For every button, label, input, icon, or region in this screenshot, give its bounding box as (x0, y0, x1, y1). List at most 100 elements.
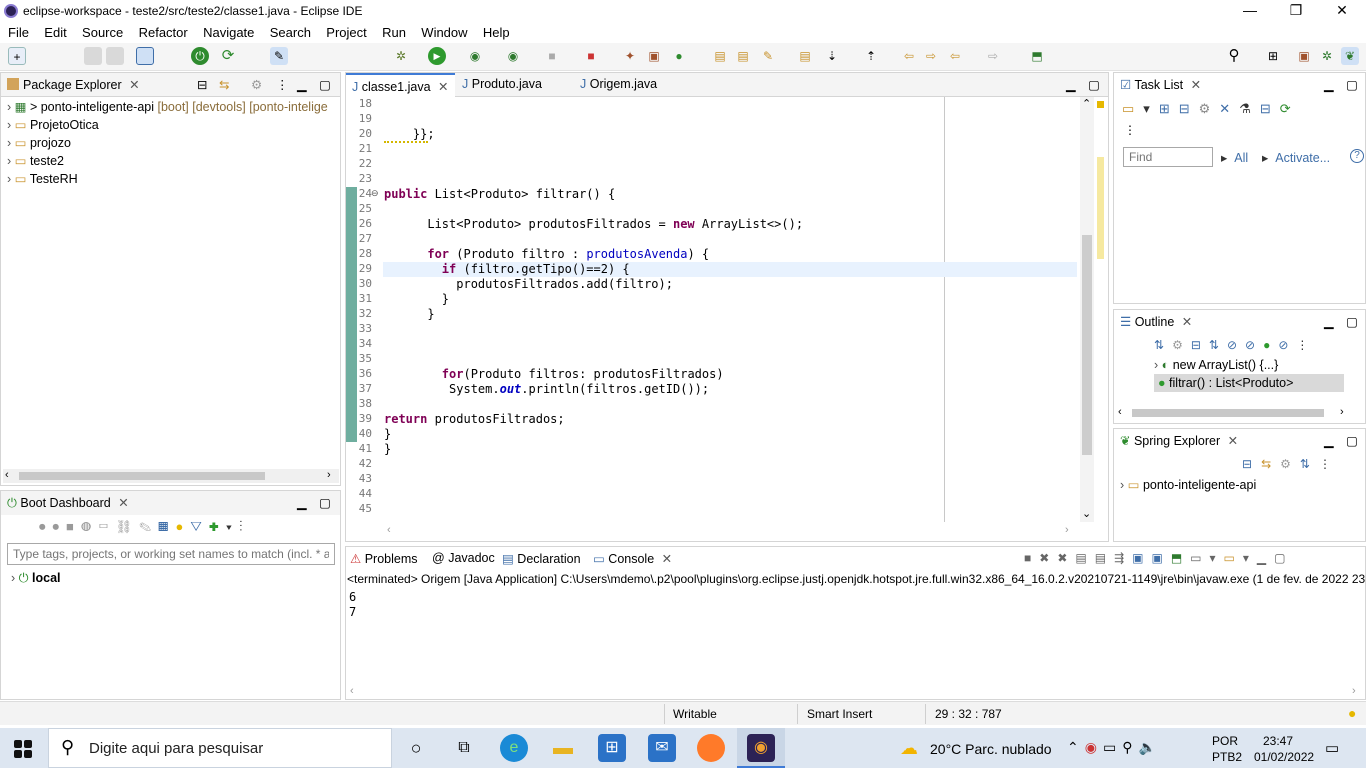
maximize-view-icon[interactable]: ▢ (319, 495, 331, 510)
java-ee-perspective-icon[interactable]: ▣ (1295, 47, 1313, 65)
view-menu-icon[interactable]: ⋮ (239, 519, 249, 534)
tab-declaration[interactable]: ▤ Declaration (502, 551, 581, 566)
pin-editor-icon[interactable]: ⬒ (1028, 47, 1046, 65)
code-line[interactable]: } (384, 442, 391, 456)
minimize-view-icon[interactable]: ▁ (1257, 551, 1274, 565)
focus-icon[interactable]: ⚙ (1199, 101, 1220, 116)
scrollbar-thumb[interactable] (1132, 409, 1324, 417)
sort-icon[interactable]: ⇅ (1154, 338, 1172, 352)
menu-window[interactable]: Window (415, 22, 473, 43)
status-cursor-position[interactable]: 29 : 32 : 787 (935, 707, 1002, 721)
launch-icon[interactable]: ■ (582, 47, 600, 65)
link-icon[interactable]: ⛓ (116, 519, 140, 534)
search-icon[interactable]: ⚲ (1225, 47, 1243, 65)
scroll-right-icon[interactable]: › (327, 469, 331, 481)
table-icon[interactable]: ▦ (158, 519, 175, 534)
mark-occurrences-icon[interactable]: ✎ (270, 47, 288, 65)
forward-icon[interactable]: ⇨ (984, 47, 1002, 65)
horizontal-scrollbar[interactable]: ‹ › (3, 469, 339, 483)
display-console-icon[interactable]: ▭ (1190, 551, 1209, 565)
dropdown-icon[interactable]: ▾ (1143, 101, 1159, 116)
view-menu-icon[interactable]: ⋮ (276, 77, 289, 92)
hide-completed-icon[interactable]: ✕ (1219, 101, 1239, 116)
search-tool-icon[interactable]: ✎ (759, 47, 777, 65)
minimize-view-icon[interactable]: ▁ (1324, 433, 1334, 448)
clear-console-icon[interactable]: ▤ (1075, 551, 1094, 565)
weather-icon[interactable]: ☁ (900, 738, 918, 759)
menu-file[interactable]: File (2, 22, 35, 43)
hide-local-types-icon[interactable]: ⊘ (1278, 338, 1296, 352)
add-icon[interactable]: ✚ (209, 519, 226, 534)
outline-tab[interactable]: ☰ Outline ✕ (1120, 314, 1192, 329)
dropdown-icon[interactable]: ▾ (1243, 551, 1257, 565)
minimize-view-icon[interactable]: ▁ (1066, 77, 1076, 92)
chevron-up-icon[interactable]: ⌃ (1067, 739, 1085, 755)
maximize-view-icon[interactable]: ▢ (1346, 314, 1358, 329)
hide-static-icon[interactable]: ⊘ (1245, 338, 1263, 352)
outline-item-selected[interactable]: ● filtrar() : List<Produto> (1154, 374, 1344, 392)
collapse-all-icon[interactable]: ⊟ (1242, 457, 1261, 471)
volume-icon[interactable]: 🔈 (1138, 739, 1161, 755)
code-line[interactable]: for (Produto filtro : produtosAvenda) { (384, 247, 709, 261)
console-icon[interactable]: ▭ (98, 519, 115, 534)
refresh-icon[interactable]: ⟳ (219, 47, 237, 65)
collapse-icon[interactable]: ⊟ (1260, 101, 1280, 116)
new-package-icon[interactable]: ▣ (645, 47, 663, 65)
new-java-project-icon[interactable]: ✦ (621, 47, 639, 65)
filter-icon[interactable]: ▽ (190, 519, 209, 534)
close-tab-icon[interactable]: ✕ (438, 80, 448, 94)
task-list-tab[interactable]: ☑ Task List ✕ (1120, 77, 1201, 92)
restore-button[interactable]: ❐ (1273, 0, 1319, 22)
tab-problems[interactable]: ⚠ Problems (350, 551, 418, 566)
help-icon[interactable]: ? (1350, 149, 1364, 163)
next-annotation-icon[interactable]: ⇣ (823, 47, 841, 65)
new-icon[interactable]: + (8, 47, 26, 65)
status-insert-mode[interactable]: Smart Insert (807, 707, 872, 721)
scheduled-icon[interactable]: ⊟ (1179, 101, 1199, 116)
remove-launch-icon[interactable]: ✖ (1039, 551, 1057, 565)
terminate-icon[interactable]: ■ (1024, 551, 1039, 565)
code-line[interactable]: for(Produto filtros: produtosFiltrados) (384, 367, 724, 381)
link-editor-icon[interactable]: ⇆ (1261, 457, 1280, 471)
firefox-icon[interactable] (697, 734, 725, 762)
code-line[interactable]: if (filtro.getTipo()==2) { (384, 262, 630, 276)
menu-help[interactable]: Help (477, 22, 516, 43)
open-browser-icon[interactable]: ◍ (81, 519, 98, 534)
tab-classe1[interactable]: J classe1.java ✕ (346, 73, 455, 97)
editor-hscrollbar[interactable]: ‹ › (383, 524, 1077, 538)
tab-javadoc[interactable]: @ Javadoc (432, 551, 495, 565)
meet-icon[interactable]: ▭ (1103, 739, 1122, 755)
task-view-icon[interactable]: ⧉ (450, 734, 478, 762)
edge-icon[interactable]: e (500, 734, 528, 762)
notification-icon[interactable]: ▭ (1325, 739, 1339, 757)
start-button[interactable] (14, 740, 32, 758)
cortana-icon[interactable]: ○ (402, 734, 430, 762)
code-line[interactable]: List<Produto> produtosFiltrados = new Ar… (384, 217, 803, 231)
prev-annotation-icon[interactable]: ⇡ (862, 47, 880, 65)
all-link[interactable]: ▸ All (1221, 150, 1248, 165)
spring-boot-icon[interactable]: ⏻ (191, 47, 209, 65)
view-menu-icon[interactable]: ⋮ (1296, 338, 1316, 352)
minimize-view-icon[interactable]: ▁ (297, 77, 307, 92)
scroll-down-icon[interactable]: ⌄ (1082, 507, 1091, 520)
boot-filter-input[interactable] (7, 543, 335, 565)
maximize-view-icon[interactable]: ▢ (1274, 551, 1293, 565)
next-edit-icon[interactable]: ⇨ (922, 47, 940, 65)
tree-item[interactable]: › ▭ TesteRH (7, 170, 340, 188)
maximize-view-icon[interactable]: ▢ (1088, 77, 1100, 92)
boot-dashboard-tab[interactable]: ⏻ Boot Dashboard ✕ (7, 495, 129, 511)
menu-edit[interactable]: Edit (38, 22, 72, 43)
spring-perspective-icon[interactable]: ❦ (1341, 47, 1359, 65)
edit-icon[interactable]: ✎ (139, 519, 158, 534)
word-wrap-icon[interactable]: ⇶ (1114, 551, 1132, 565)
close-button[interactable]: ✕ (1319, 0, 1365, 22)
view-menu-icon[interactable]: ⋮ (1124, 123, 1136, 137)
scroll-lock-icon[interactable]: ▤ (1095, 551, 1114, 565)
hide-fields-icon[interactable]: ⊘ (1227, 338, 1245, 352)
scrollbar-thumb[interactable] (19, 472, 265, 480)
scrollbar-thumb[interactable] (1082, 235, 1092, 455)
sync-icon[interactable]: ⟳ (1280, 101, 1300, 116)
editor-vscrollbar[interactable]: ⌃ ⌄ (1080, 97, 1094, 522)
scroll-left-icon[interactable]: ‹ (350, 685, 354, 697)
console-hscrollbar[interactable]: ‹ › (348, 685, 1364, 699)
